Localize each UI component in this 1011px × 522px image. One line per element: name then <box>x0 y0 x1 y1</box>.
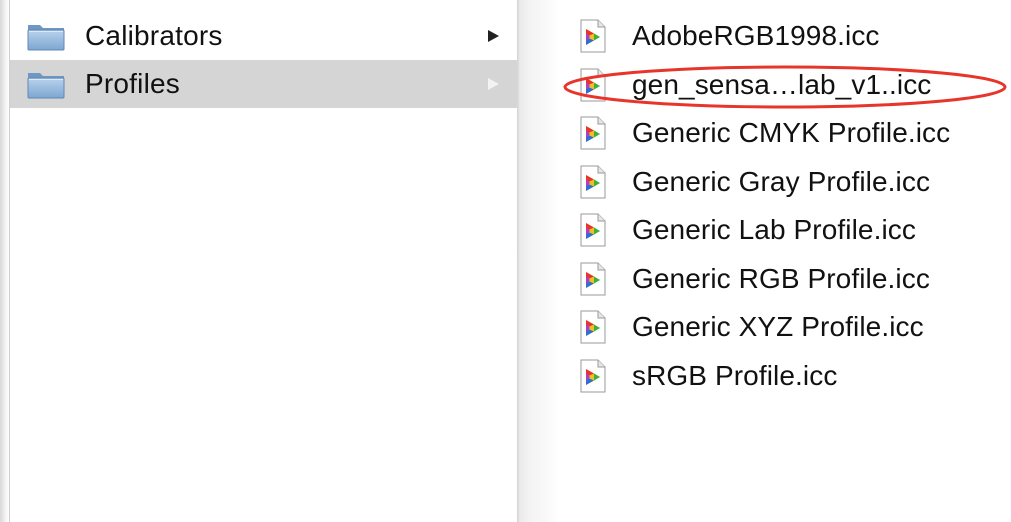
column-divider[interactable] <box>517 0 558 522</box>
file-label: Generic CMYK Profile.icc <box>632 117 951 148</box>
file-label: Generic Gray Profile.icc <box>632 165 931 197</box>
icc-profile-icon <box>580 19 606 53</box>
icc-profile-icon <box>580 310 606 344</box>
icc-profile-icon <box>580 213 606 247</box>
chevron-right-icon <box>488 78 499 90</box>
file-row[interactable]: Generic RGB Profile.icc <box>558 255 1011 303</box>
file-label: Generic RGB Profile.icc <box>632 262 930 294</box>
icc-profile-icon <box>580 116 606 150</box>
file-label: sRGB Profile.icc <box>632 359 838 391</box>
file-column: AdobeRGB1998.icc gen_sensa…lab_v1..icc G… <box>558 0 1011 522</box>
file-label: Generic XYZ Profile.icc <box>632 311 924 342</box>
file-label: AdobeRGB1998.icc <box>632 20 880 51</box>
file-row-highlighted[interactable]: gen_sensa…lab_v1..icc <box>558 61 1011 109</box>
window-left-edge <box>0 0 10 522</box>
folder-row-calibrators[interactable]: Calibrators <box>10 12 518 60</box>
icc-profile-icon <box>580 262 606 296</box>
folder-row-profiles[interactable]: Profiles <box>10 60 518 108</box>
chevron-right-icon <box>488 30 499 42</box>
file-label: Generic Lab Profile.icc <box>632 214 916 245</box>
folder-column: Calibrators Profiles <box>10 0 518 522</box>
file-row[interactable]: AdobeRGB1998.icc <box>558 12 1011 60</box>
folder-icon <box>26 68 66 100</box>
file-label: gen_sensa…lab_v1..icc <box>632 68 932 100</box>
file-row[interactable]: Generic Gray Profile.icc <box>558 158 1011 206</box>
folder-label: Profiles <box>85 68 180 99</box>
folder-label: Calibrators <box>85 20 223 51</box>
icc-profile-icon <box>580 165 606 199</box>
icc-profile-icon <box>580 68 606 102</box>
file-row[interactable]: Generic CMYK Profile.icc <box>558 109 1011 157</box>
icc-profile-icon <box>580 359 606 393</box>
folder-icon <box>26 20 66 52</box>
file-row[interactable]: Generic XYZ Profile.icc <box>558 303 1011 351</box>
file-row[interactable]: sRGB Profile.icc <box>558 352 1011 400</box>
file-row[interactable]: Generic Lab Profile.icc <box>558 206 1011 254</box>
